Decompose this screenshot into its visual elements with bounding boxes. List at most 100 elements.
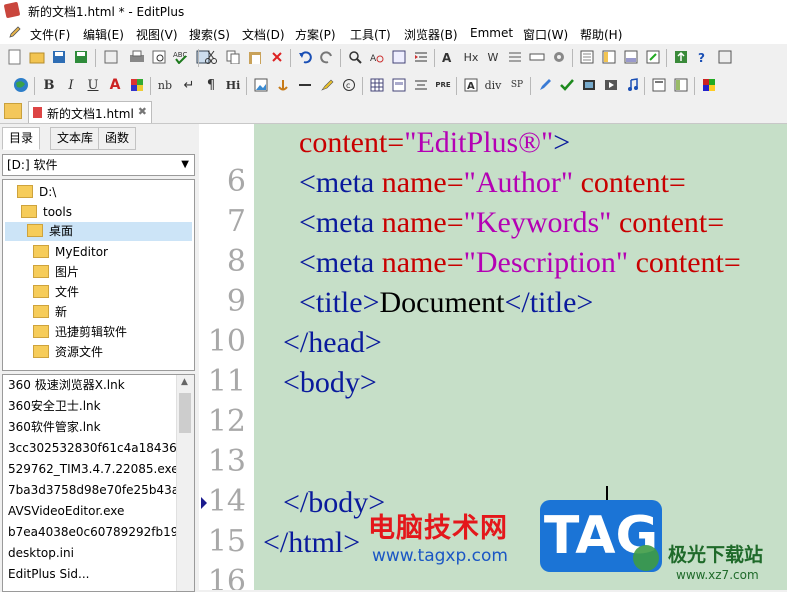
span-button[interactable]: SP bbox=[508, 76, 526, 94]
list-item[interactable]: 3cc302532830f61c4a1843616 bbox=[8, 438, 176, 459]
canvas-icon[interactable] bbox=[650, 76, 668, 94]
menu-view[interactable]: 视图(V) bbox=[136, 26, 178, 43]
ruler-icon[interactable] bbox=[528, 48, 546, 66]
tree-item[interactable]: 文件 bbox=[33, 283, 79, 302]
paste-icon[interactable] bbox=[246, 48, 264, 66]
align-icon[interactable] bbox=[412, 76, 430, 94]
list-item[interactable]: b7ea4038e0c60789292fb194 bbox=[8, 522, 176, 543]
list-item[interactable]: AVSVideoEditor.exe bbox=[8, 501, 176, 522]
undo-icon[interactable] bbox=[296, 48, 314, 66]
horizontal-rule-icon[interactable] bbox=[296, 76, 314, 94]
goto-icon[interactable] bbox=[390, 48, 408, 66]
paragraph-button[interactable]: ¶ bbox=[202, 76, 220, 94]
list-item[interactable]: EditPlus Sid... bbox=[8, 564, 176, 585]
menu-tools[interactable]: 工具(T) bbox=[350, 26, 391, 43]
cut-icon[interactable] bbox=[202, 48, 220, 66]
menu-document[interactable]: 文档(D) bbox=[242, 26, 285, 43]
font-icon[interactable]: A bbox=[440, 48, 458, 66]
anchor-icon[interactable] bbox=[274, 76, 292, 94]
italic-button[interactable]: I bbox=[62, 76, 80, 94]
list-item[interactable]: desktop.ini bbox=[8, 543, 176, 564]
menu-browser[interactable]: 浏览器(B) bbox=[404, 26, 458, 43]
menu-window[interactable]: 窗口(W) bbox=[523, 26, 568, 43]
settings-gear-icon[interactable] bbox=[550, 48, 568, 66]
menu-file[interactable]: 文件(F) bbox=[30, 26, 70, 43]
bold-button[interactable]: B bbox=[40, 76, 58, 94]
find-icon[interactable] bbox=[346, 48, 364, 66]
audio-icon[interactable] bbox=[624, 76, 642, 94]
globe-icon[interactable] bbox=[12, 76, 30, 94]
fullscreen-icon[interactable] bbox=[644, 48, 662, 66]
open-file-icon[interactable] bbox=[28, 48, 46, 66]
form-icon[interactable] bbox=[390, 76, 408, 94]
menu-help[interactable]: 帮助(H) bbox=[580, 26, 622, 43]
validate-check-icon[interactable] bbox=[558, 76, 576, 94]
line-break-button[interactable]: ↵ bbox=[180, 76, 198, 94]
tree-item[interactable]: MyEditor bbox=[33, 243, 108, 262]
tree-item[interactable]: D:\ bbox=[17, 183, 56, 202]
hex-viewer-icon[interactable] bbox=[716, 48, 734, 66]
help-icon[interactable]: ? bbox=[694, 48, 712, 66]
copy-icon[interactable] bbox=[224, 48, 242, 66]
pre-button[interactable]: PRE bbox=[434, 76, 452, 94]
new-file-icon[interactable] bbox=[6, 48, 24, 66]
line-number-icon[interactable] bbox=[506, 48, 524, 66]
print-icon[interactable] bbox=[128, 48, 146, 66]
indent-icon[interactable] bbox=[412, 48, 430, 66]
tab-cliptext[interactable]: 文本库 bbox=[50, 127, 101, 150]
video-icon[interactable] bbox=[602, 76, 620, 94]
tree-item[interactable]: 图片 bbox=[33, 263, 79, 282]
list-item[interactable]: 7ba3d3758d98e70fe25b43a0 bbox=[8, 480, 176, 501]
print-preview-icon[interactable] bbox=[150, 48, 168, 66]
tree-item[interactable]: 新 bbox=[33, 303, 67, 322]
list-item[interactable]: 360 极速浏览器X.lnk bbox=[8, 375, 176, 396]
tab-directory[interactable]: 目录 bbox=[2, 127, 41, 150]
tab-functions[interactable]: 函数 bbox=[98, 127, 137, 150]
heading-icon[interactable]: Hx bbox=[462, 48, 480, 66]
highlighter-icon[interactable] bbox=[318, 76, 336, 94]
document-tab[interactable]: 新的文档1.html ✖ bbox=[28, 101, 152, 123]
drive-select[interactable]: [D:] 软件 ▼ bbox=[2, 154, 195, 176]
underline-button[interactable]: U bbox=[84, 76, 102, 94]
word-wrap-icon[interactable]: W bbox=[484, 48, 502, 66]
tree-item[interactable]: 资源文件 bbox=[33, 343, 103, 362]
list-item[interactable]: 360软件管家.lnk bbox=[8, 417, 176, 438]
cut-doc-icon[interactable] bbox=[102, 48, 120, 66]
tree-item-selected[interactable]: 桌面 bbox=[5, 222, 192, 241]
ftp-upload-icon[interactable] bbox=[672, 48, 690, 66]
scrollbar-thumb[interactable] bbox=[179, 393, 191, 433]
cliptext-icon[interactable] bbox=[578, 48, 596, 66]
text-style-icon[interactable]: A bbox=[462, 76, 480, 94]
folder-toggle-icon[interactable] bbox=[4, 103, 22, 119]
menu-search[interactable]: 搜索(S) bbox=[189, 26, 230, 43]
redo-icon[interactable] bbox=[318, 48, 336, 66]
close-tab-icon[interactable]: ✖ bbox=[138, 105, 147, 118]
menu-edit[interactable]: 编辑(E) bbox=[83, 26, 124, 43]
heading-button[interactable]: Hi bbox=[224, 76, 242, 94]
tree-item[interactable]: 迅捷剪辑软件 bbox=[33, 323, 127, 342]
section-icon[interactable] bbox=[672, 76, 690, 94]
menu-emmet[interactable]: Emmet bbox=[470, 26, 513, 40]
list-item[interactable]: 360安全卫士.lnk bbox=[8, 396, 176, 417]
edit-pen-icon[interactable] bbox=[536, 76, 554, 94]
menu-project[interactable]: 方案(P) bbox=[295, 26, 336, 43]
nbsp-button[interactable]: nb bbox=[156, 76, 174, 94]
output-window-icon[interactable] bbox=[622, 48, 640, 66]
color-picker-icon[interactable] bbox=[128, 76, 146, 94]
color-grid-icon[interactable] bbox=[700, 76, 718, 94]
replace-icon[interactable]: A bbox=[368, 48, 386, 66]
font-color-button[interactable]: A bbox=[106, 76, 124, 94]
table-icon[interactable] bbox=[368, 76, 386, 94]
scroll-up-icon[interactable]: ▲ bbox=[181, 377, 188, 387]
file-list-scrollbar[interactable]: ▲ bbox=[176, 375, 194, 591]
list-item[interactable]: 529762_TIM3.4.7.22085.exe bbox=[8, 459, 176, 480]
tree-item[interactable]: tools bbox=[21, 203, 72, 222]
spell-check-icon[interactable]: ABC bbox=[172, 48, 190, 66]
directory-icon[interactable] bbox=[600, 48, 618, 66]
media-icon[interactable] bbox=[580, 76, 598, 94]
div-button[interactable]: div bbox=[484, 76, 502, 94]
delete-icon[interactable] bbox=[268, 48, 286, 66]
save-all-icon[interactable] bbox=[72, 48, 90, 66]
image-icon[interactable] bbox=[252, 76, 270, 94]
copyright-icon[interactable]: c bbox=[340, 76, 358, 94]
